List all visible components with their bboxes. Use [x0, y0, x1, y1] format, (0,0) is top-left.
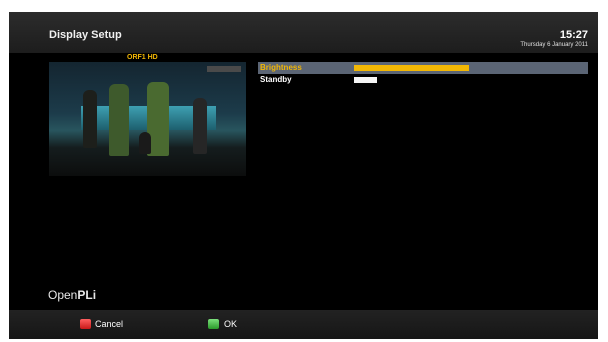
settings-list: Brightness Standby [258, 62, 588, 86]
setting-row-standby[interactable]: Standby [258, 74, 588, 86]
setting-label: Brightness [260, 63, 302, 72]
preview-figure [193, 98, 207, 154]
brightness-slider-fill [354, 65, 469, 71]
channel-name: ORF1 HD [127, 54, 158, 61]
display-setup-screen: Display Setup 15:27 Thursday 6 January 2… [9, 12, 598, 339]
header-bar: Display Setup 15:27 Thursday 6 January 2… [9, 12, 598, 53]
channel-logo-overlay [207, 66, 241, 72]
standby-slider[interactable] [354, 77, 584, 83]
standby-slider-fill [354, 77, 377, 83]
page-title: Display Setup [49, 29, 122, 41]
red-key-icon[interactable] [80, 319, 91, 329]
footer-bar: Cancel OK [9, 310, 598, 339]
setting-label: Standby [260, 75, 292, 84]
green-key-icon[interactable] [208, 319, 219, 329]
setting-row-brightness[interactable]: Brightness [258, 62, 588, 74]
cancel-button[interactable]: Cancel [95, 319, 123, 329]
clock-time: 15:27 [559, 29, 588, 41]
ok-button[interactable]: OK [224, 319, 237, 329]
tv-preview [49, 62, 246, 176]
preview-figure [83, 90, 97, 148]
brightness-slider[interactable] [354, 65, 584, 71]
preview-figure [109, 84, 129, 156]
brand-logo: OpenPLi [48, 288, 96, 302]
brand-suffix: PLi [77, 288, 97, 302]
brand-prefix: Open [48, 288, 78, 302]
clock-date: Thursday 6 January 2011 [520, 42, 588, 48]
preview-figure [139, 132, 151, 154]
